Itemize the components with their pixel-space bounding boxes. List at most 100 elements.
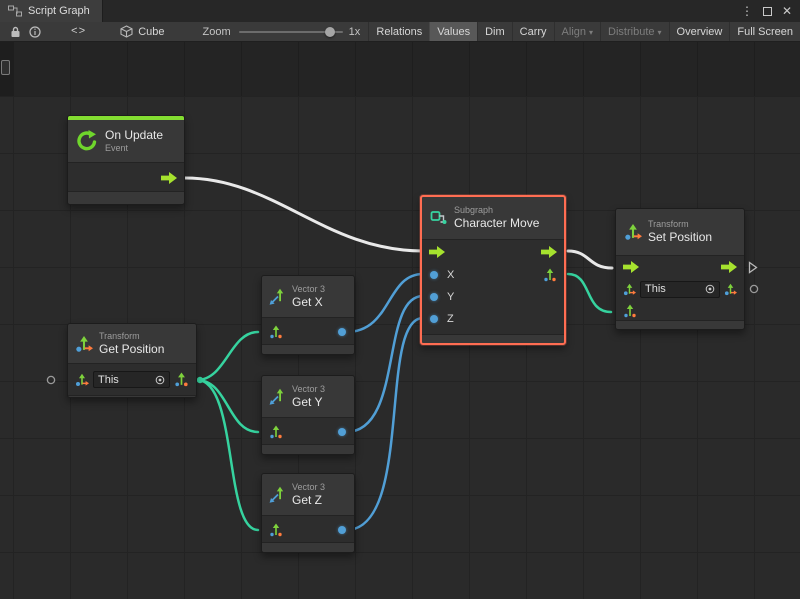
overview-button[interactable]: Overview (669, 22, 730, 41)
node-subtitle: Vector 3 (292, 284, 325, 295)
graph-toolbar: <> Cube Zoom 1x Relations Values Dim Car… (0, 22, 800, 42)
transform-icon (75, 335, 93, 353)
cube-icon (120, 25, 133, 38)
flow-output-port[interactable] (721, 261, 737, 273)
wire-float-getz-to-z (346, 318, 423, 530)
vector3-output-port[interactable] (174, 372, 189, 387)
on-update-icon (75, 129, 99, 153)
canvas-bounds-shade-top (0, 42, 800, 96)
wire-vector-charactermove-to-setposition (568, 274, 611, 312)
float-input-port[interactable] (430, 271, 438, 279)
wire-float-getx-to-x (346, 274, 423, 332)
float-output-port[interactable] (338, 526, 346, 534)
unconnected-port-circle[interactable] (749, 284, 759, 294)
float-output-port[interactable] (338, 328, 346, 336)
carry-button[interactable]: Carry (512, 22, 554, 41)
node-subtitle: Transform (99, 331, 164, 342)
flow-input-port[interactable] (429, 246, 445, 258)
vector3-input-port[interactable] (269, 425, 283, 439)
distribute-button[interactable]: Distribute▾ (600, 22, 668, 41)
object-field-value: This (98, 374, 119, 386)
port-label: X (447, 269, 454, 281)
node-get-y[interactable]: Vector 3 Get Y (261, 375, 355, 455)
wire-junction-dot (197, 377, 203, 383)
graph-canvas[interactable]: On Update Event Transform Get Position (0, 42, 800, 599)
port-label: Y (447, 291, 454, 303)
node-subtitle: Vector 3 (292, 482, 325, 493)
transform-output-port[interactable] (724, 283, 737, 296)
node-subtitle: Vector 3 (292, 384, 325, 395)
transform-input-port[interactable] (623, 283, 636, 296)
node-on-update[interactable]: On Update Event (67, 115, 185, 205)
vector3-icon (268, 388, 286, 406)
chevron-down-icon: ▾ (589, 28, 593, 37)
zoom-label: Zoom (203, 26, 231, 38)
align-button[interactable]: Align▾ (554, 22, 600, 41)
tab-bar: Script Graph ⋮ ✕ (0, 0, 800, 22)
vector3-icon (268, 486, 286, 504)
node-title: Get Y (292, 395, 325, 409)
target-name: Cube (138, 26, 164, 38)
node-get-position[interactable]: Transform Get Position This (67, 323, 197, 398)
node-get-z[interactable]: Vector 3 Get Z (261, 473, 355, 553)
wire-flow-onupdate-to-charactermove (185, 178, 423, 251)
maximize-icon[interactable] (763, 7, 772, 16)
dim-button[interactable]: Dim (477, 22, 512, 41)
node-subtitle: Transform (648, 219, 712, 230)
float-output-port[interactable] (338, 428, 346, 436)
tab-title: Script Graph (28, 5, 90, 17)
flow-output-port[interactable] (541, 246, 557, 258)
script-graph-window: Script Graph ⋮ ✕ <> Cube Zoom 1x Rel (0, 0, 800, 599)
unconnected-flow-port-triangle[interactable] (748, 261, 758, 274)
node-subtitle: Subgraph (454, 205, 539, 216)
node-get-x[interactable]: Vector 3 Get X (261, 275, 355, 355)
object-picker-icon[interactable] (705, 284, 715, 294)
values-button[interactable]: Values (429, 22, 477, 41)
wire-vector-getposition-to-getx (197, 332, 258, 380)
this-object-field[interactable]: This (640, 281, 720, 298)
close-icon[interactable]: ✕ (782, 5, 792, 17)
edit-script-icon[interactable]: <> (71, 26, 86, 38)
node-character-move[interactable]: Subgraph Character Move X (420, 195, 566, 345)
flow-output-port[interactable] (161, 172, 177, 184)
unconnected-port-circle[interactable] (46, 375, 56, 385)
flow-input-port[interactable] (623, 261, 639, 273)
wire-flow-charactermove-to-setposition (568, 251, 612, 268)
graph-inspector-handle[interactable] (1, 60, 10, 75)
input-row-x: X (430, 267, 454, 283)
fullscreen-button[interactable]: Full Screen (729, 22, 800, 41)
node-set-position[interactable]: Transform Set Position (615, 208, 745, 330)
float-input-port[interactable] (430, 315, 438, 323)
this-object-field[interactable]: This (93, 371, 170, 388)
node-subtitle: Event (105, 143, 163, 154)
input-row-y: Y (430, 289, 454, 305)
pane-menu-icon[interactable]: ⋮ (741, 5, 753, 17)
transform-icon (624, 223, 642, 241)
wire-vector-getposition-to-gety (197, 380, 258, 432)
wire-vector-getposition-to-getz (197, 380, 258, 530)
tab-script-graph[interactable]: Script Graph (0, 0, 103, 22)
zoom-slider-handle[interactable] (325, 27, 335, 37)
port-label: Z (447, 313, 454, 325)
node-title: Set Position (648, 230, 712, 244)
object-picker-icon[interactable] (155, 375, 165, 385)
vector3-output-port[interactable] (543, 268, 557, 282)
vector3-input-port[interactable] (623, 304, 637, 318)
graph-target[interactable]: Cube (120, 25, 164, 38)
lock-icon[interactable] (6, 22, 25, 41)
zoom-slider[interactable] (239, 26, 343, 38)
node-title: Get Position (99, 342, 164, 356)
input-row-z: Z (430, 311, 454, 327)
node-title: Get Z (292, 493, 325, 507)
chevron-down-icon: ▾ (658, 28, 662, 37)
float-input-port[interactable] (430, 293, 438, 301)
node-title: Get X (292, 295, 325, 309)
info-icon[interactable] (25, 22, 45, 41)
transform-input-port[interactable] (75, 373, 89, 387)
vector3-input-port[interactable] (269, 523, 283, 537)
vector3-icon (268, 288, 286, 306)
node-title: On Update (105, 128, 163, 142)
node-title: Character Move (454, 216, 539, 230)
vector3-input-port[interactable] (269, 325, 283, 339)
relations-button[interactable]: Relations (368, 22, 429, 41)
